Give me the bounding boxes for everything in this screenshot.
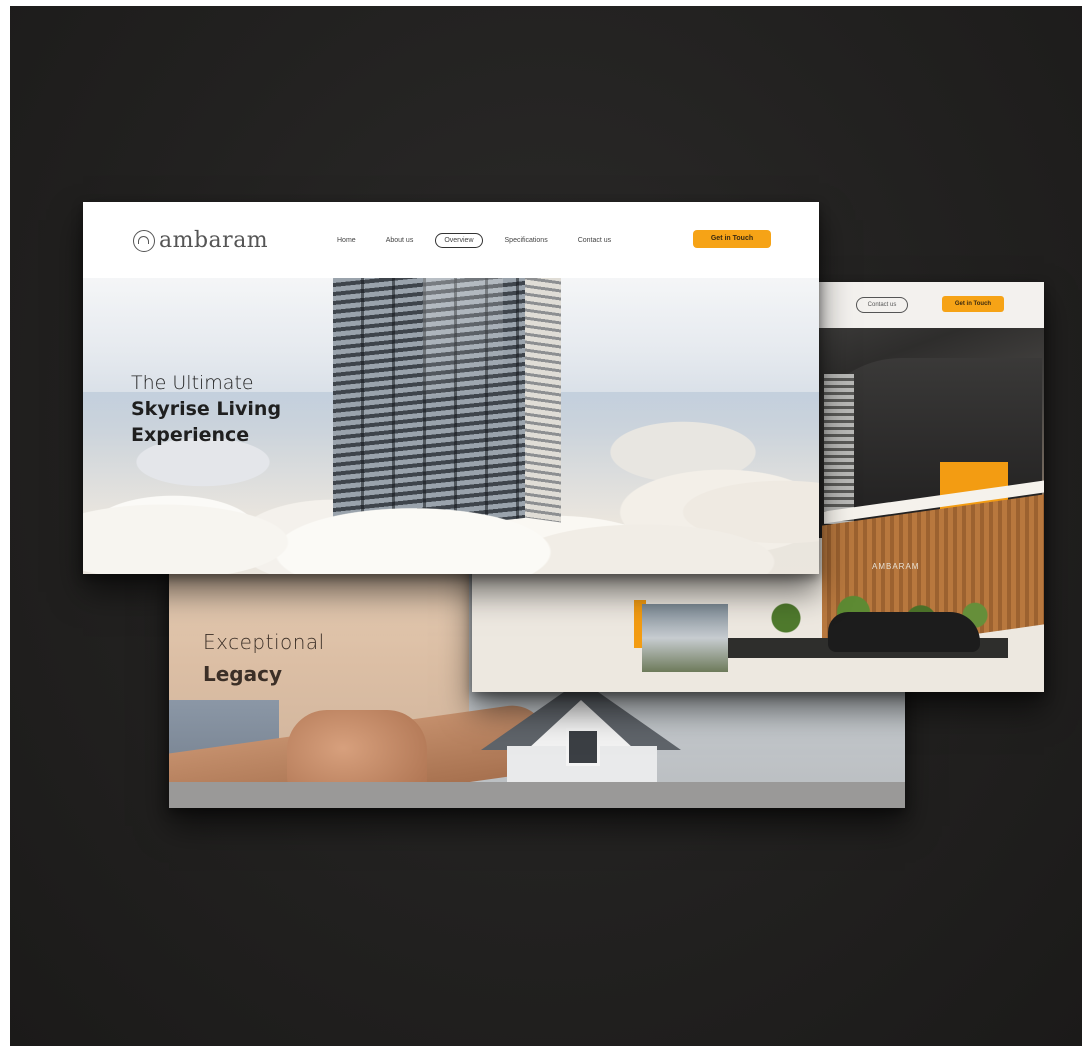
logo-text: ambaram	[159, 228, 269, 253]
facade-tower	[824, 374, 854, 524]
nav-about[interactable]: About us	[378, 234, 422, 247]
hero-headline: The Ultimate Skyrise Living Experience	[131, 372, 281, 446]
hero-tower-glare	[423, 257, 503, 397]
legacy-headline: Exceptional Legacy	[203, 630, 325, 686]
hero-headline-line-2: Skyrise Living	[131, 398, 282, 420]
hero-page-preview: ambaram Home About us Overview Specifica…	[83, 202, 819, 574]
facade-car	[828, 612, 980, 652]
hero-clouds-front	[83, 452, 819, 574]
facade-nav-contact[interactable]: Contact us	[856, 297, 908, 313]
brand-logo[interactable]: ambaram	[133, 228, 268, 253]
legacy-line-1: Exceptional	[203, 630, 325, 654]
mockup-stage: Exceptional Legacy Contact us Get in Tou…	[10, 6, 1082, 1046]
facade-cta-button[interactable]: Get in Touch	[942, 296, 1004, 312]
nav-overview[interactable]: Overview	[435, 233, 483, 248]
logo-icon	[133, 229, 155, 252]
house-window	[566, 728, 600, 766]
nav-home[interactable]: Home	[329, 234, 364, 247]
hero-nav-bar: ambaram Home About us Overview Specifica…	[83, 202, 819, 278]
nav-contact[interactable]: Contact us	[570, 234, 619, 247]
hero-headline-line-1: The Ultimate	[131, 372, 254, 394]
hero-headline-line-3: Experience	[131, 424, 250, 446]
legacy-line-2: Legacy	[203, 662, 283, 686]
nav-specifications[interactable]: Specifications	[497, 234, 556, 247]
main-nav: Home About us Overview Specifications Co…	[329, 233, 633, 248]
legacy-base	[169, 782, 905, 808]
facade-sign: AMBARAM	[872, 562, 920, 571]
get-in-touch-button[interactable]: Get in Touch	[693, 230, 771, 248]
facade-thumbnail	[642, 604, 728, 672]
